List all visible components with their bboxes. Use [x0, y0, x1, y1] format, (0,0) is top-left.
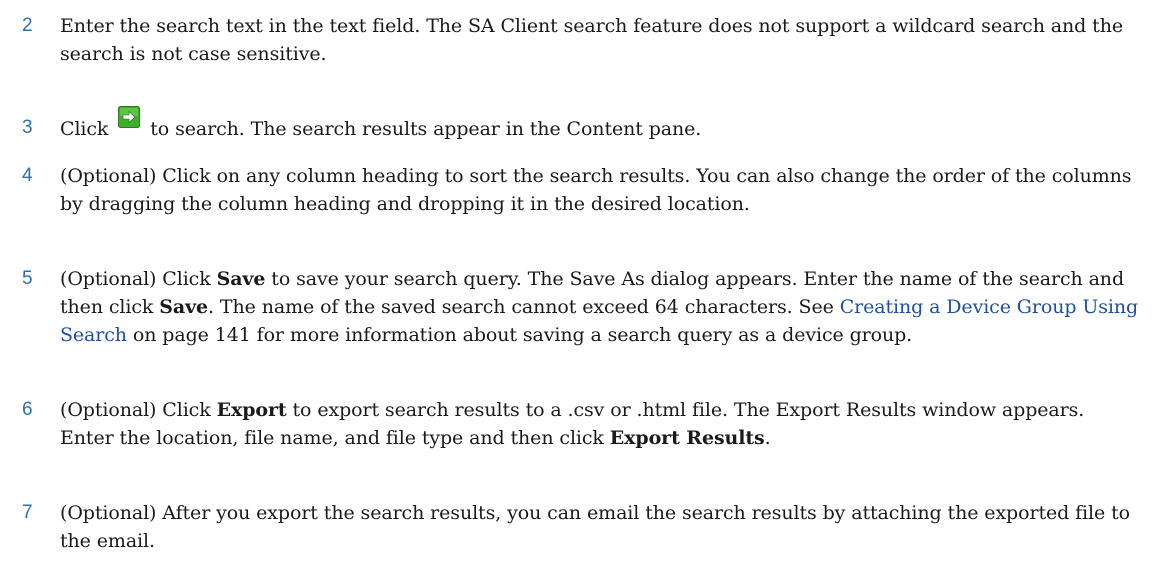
ui-term-export-results: Export Results [609, 427, 765, 449]
step-text: Click to search. The search results appe… [60, 106, 1140, 143]
step-text-click: Click [60, 118, 109, 140]
text-segment: on page 141 for more information about s… [126, 324, 913, 346]
ui-term-export: Export [216, 399, 287, 421]
text-segment: (Optional) Click [60, 268, 217, 290]
step-text: Enter the search text in the text field.… [60, 15, 1123, 65]
step-number: 5 [22, 268, 33, 289]
text-segment: (Optional) Click [60, 399, 217, 421]
ui-term-save: Save [216, 268, 266, 290]
step-number: 2 [22, 15, 33, 36]
step-number: 3 [22, 117, 33, 138]
step-number: 7 [22, 502, 33, 523]
step-text: (Optional) Click Export to export search… [60, 396, 1140, 452]
step-text-rest: to search. The search results appear in … [150, 118, 702, 140]
ui-term-save: Save [159, 296, 209, 318]
step-number: 6 [22, 399, 33, 420]
text-segment: . [764, 427, 771, 449]
step-text: (Optional) Click Save to save your searc… [60, 265, 1140, 349]
text-segment: . The name of the saved search cannot ex… [208, 296, 840, 318]
step-text: (Optional) Click on any column heading t… [60, 165, 1132, 215]
step-number: 4 [22, 165, 33, 186]
green-arrow-go-icon [118, 106, 141, 128]
step-text: (Optional) After you export the search r… [60, 502, 1130, 552]
